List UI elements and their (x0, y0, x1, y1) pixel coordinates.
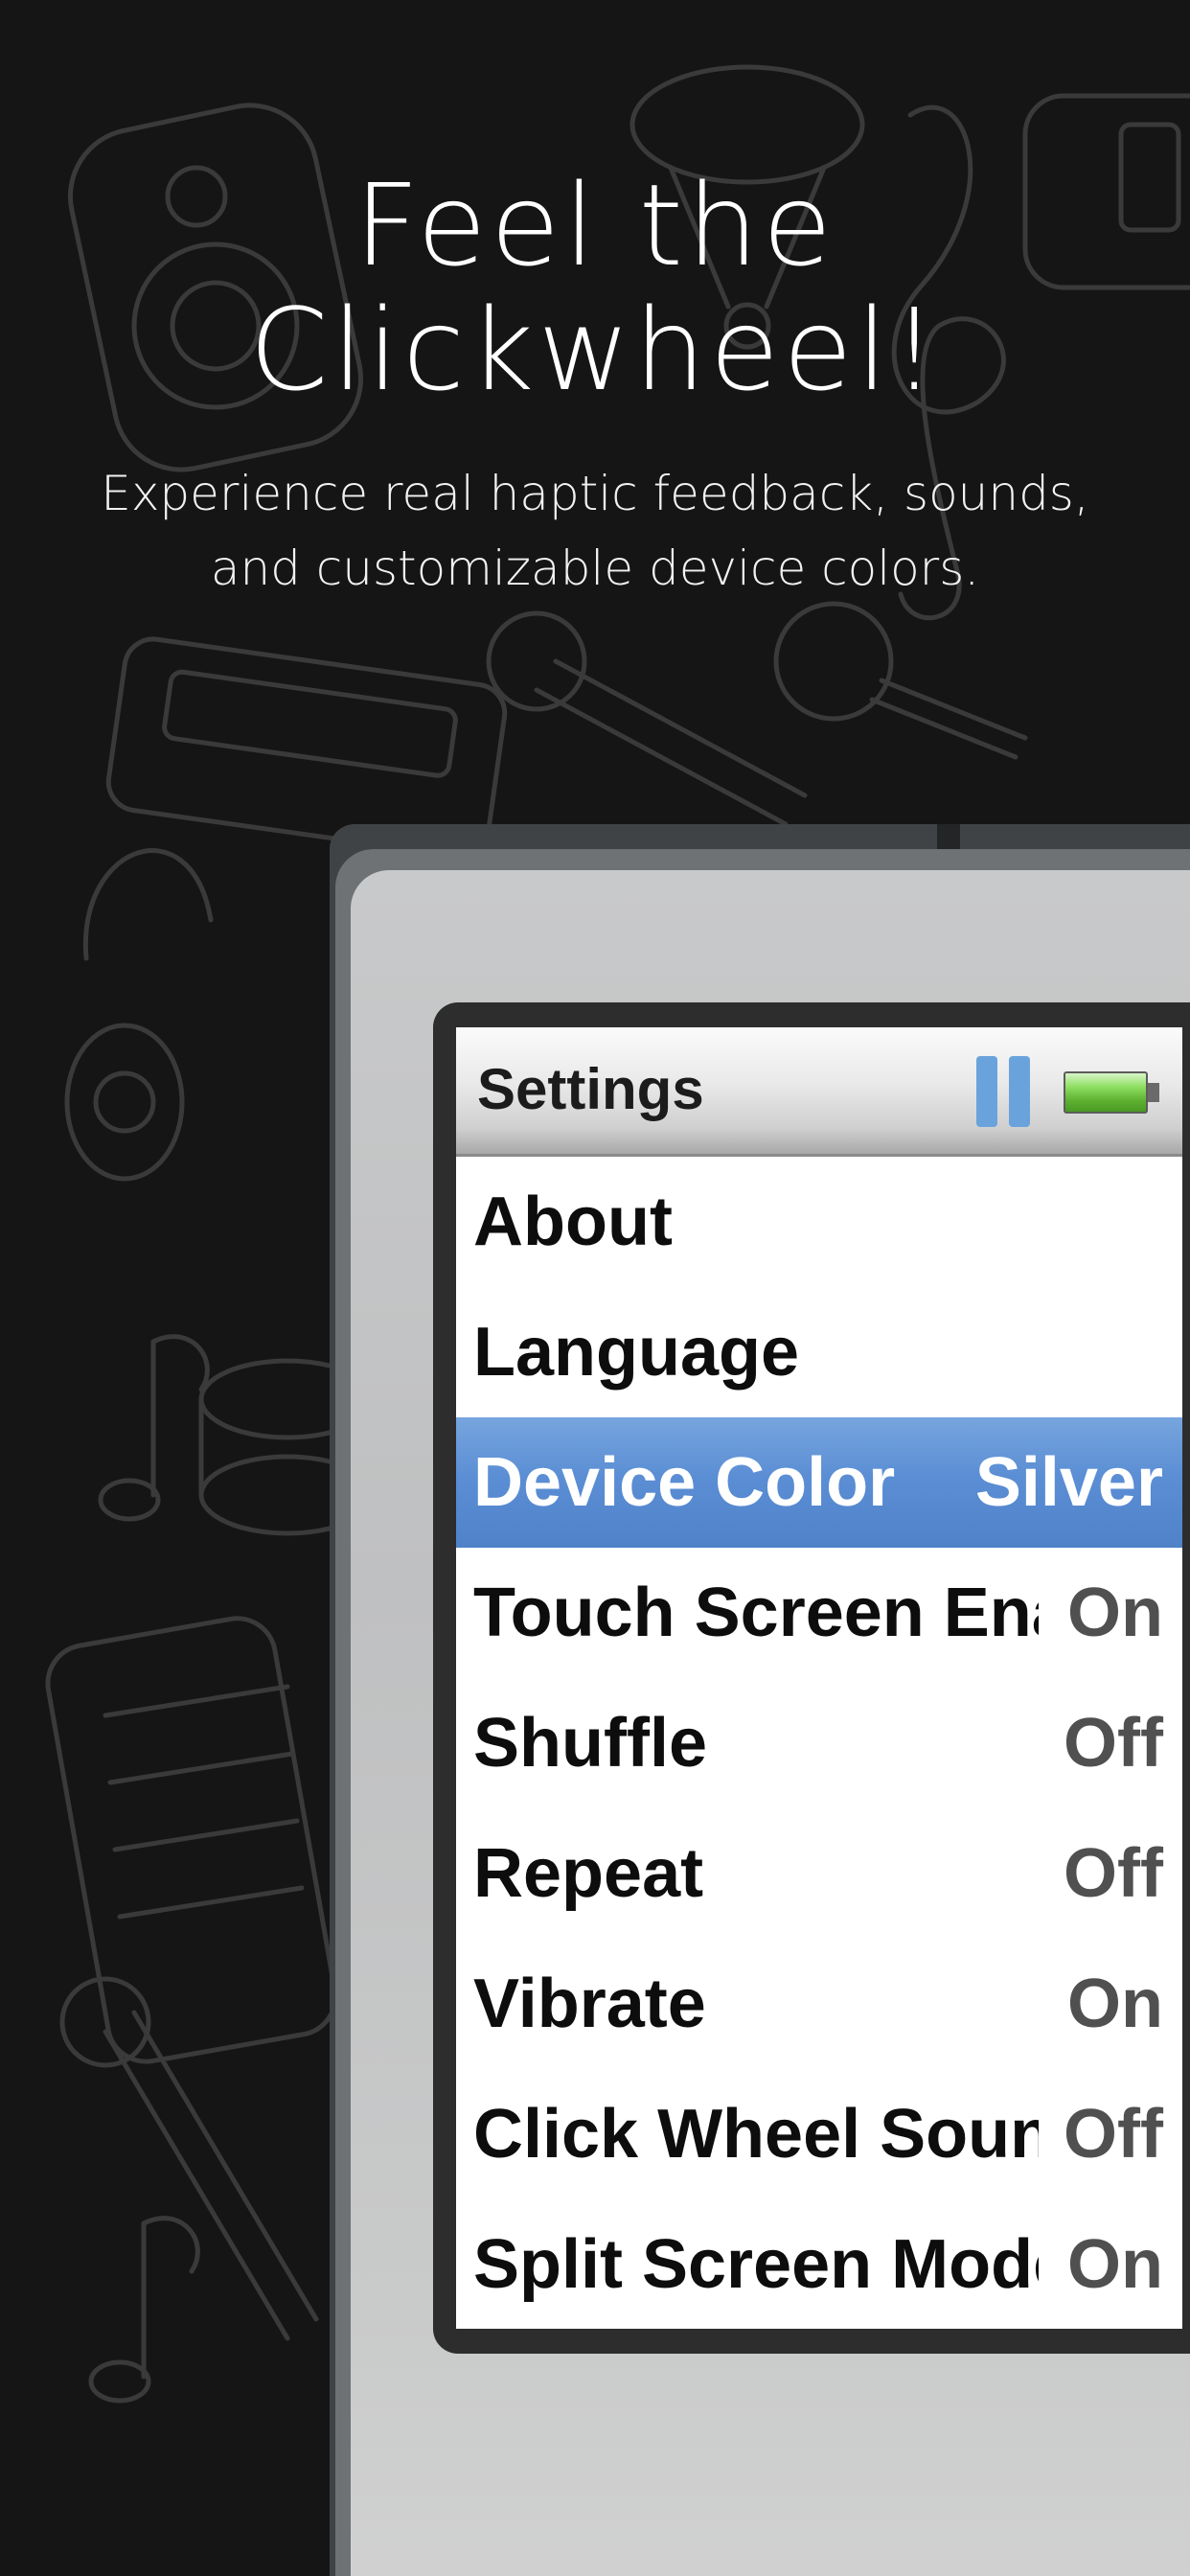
menu-item-vibrate[interactable]: Vibrate On (456, 1939, 1182, 2069)
menu-item-value: On (1058, 1939, 1163, 2069)
menu-item-label: Language (473, 1314, 800, 1391)
menu-item-label: About (473, 1184, 673, 1260)
menu-item-label: Repeat (473, 1835, 704, 1912)
menu-item-device-color[interactable]: Device Color Silver (456, 1417, 1182, 1548)
screen-title: Settings (477, 1057, 704, 1121)
headline-line-2: Clickwheel! (249, 284, 941, 416)
headline: Feel the Clickwheel! (0, 163, 1190, 412)
menu-item-about[interactable]: About (456, 1157, 1182, 1287)
menu-item-value: Off (1054, 1808, 1163, 1939)
menu-item-click-wheel-sound[interactable]: Click Wheel Sound Off (456, 2069, 1182, 2199)
subheadline-line-1: Experience real haptic feedback, sounds, (101, 466, 1089, 521)
menu-item-shuffle[interactable]: Shuffle Off (456, 1678, 1182, 1808)
menu-item-label: Device Color (473, 1444, 896, 1521)
menu-item-value: Silver (974, 1444, 1163, 1521)
subheadline: Experience real haptic feedback, sounds,… (77, 456, 1113, 606)
device-screen: Settings About Language Device Color Sil… (456, 1027, 1182, 2329)
menu-item-value: Off (1054, 1678, 1163, 1808)
menu-item-label: Vibrate (473, 1966, 706, 2042)
headline-line-1: Feel the (354, 159, 836, 291)
menu-item-touch-screen-enabled[interactable]: Touch Screen Enabled On (456, 1548, 1182, 1678)
menu-item-repeat[interactable]: Repeat Off (456, 1808, 1182, 1939)
menu-item-value: On (1058, 2199, 1163, 2329)
menu-item-label: Split Screen Mode (473, 2226, 1039, 2303)
app-store-screenshot: Feel the Clickwheel! Experience real hap… (0, 0, 1190, 2576)
subheadline-line-2: and customizable device colors. (210, 540, 980, 596)
menu-item-language[interactable]: Language (456, 1287, 1182, 1417)
menu-item-value: Off (1054, 2069, 1163, 2199)
menu-item-value: On (1058, 1548, 1163, 1678)
screen-title-bar: Settings (456, 1027, 1182, 1157)
menu-item-split-screen-mode[interactable]: Split Screen Mode On (456, 2199, 1182, 2329)
menu-item-label: Shuffle (473, 1705, 707, 1782)
menu-item-label: Click Wheel Sound (473, 2096, 1039, 2173)
pause-icon (976, 1056, 1032, 1127)
menu-item-label: Touch Screen Enabled (473, 1575, 1039, 1651)
battery-icon (1064, 1071, 1163, 1114)
